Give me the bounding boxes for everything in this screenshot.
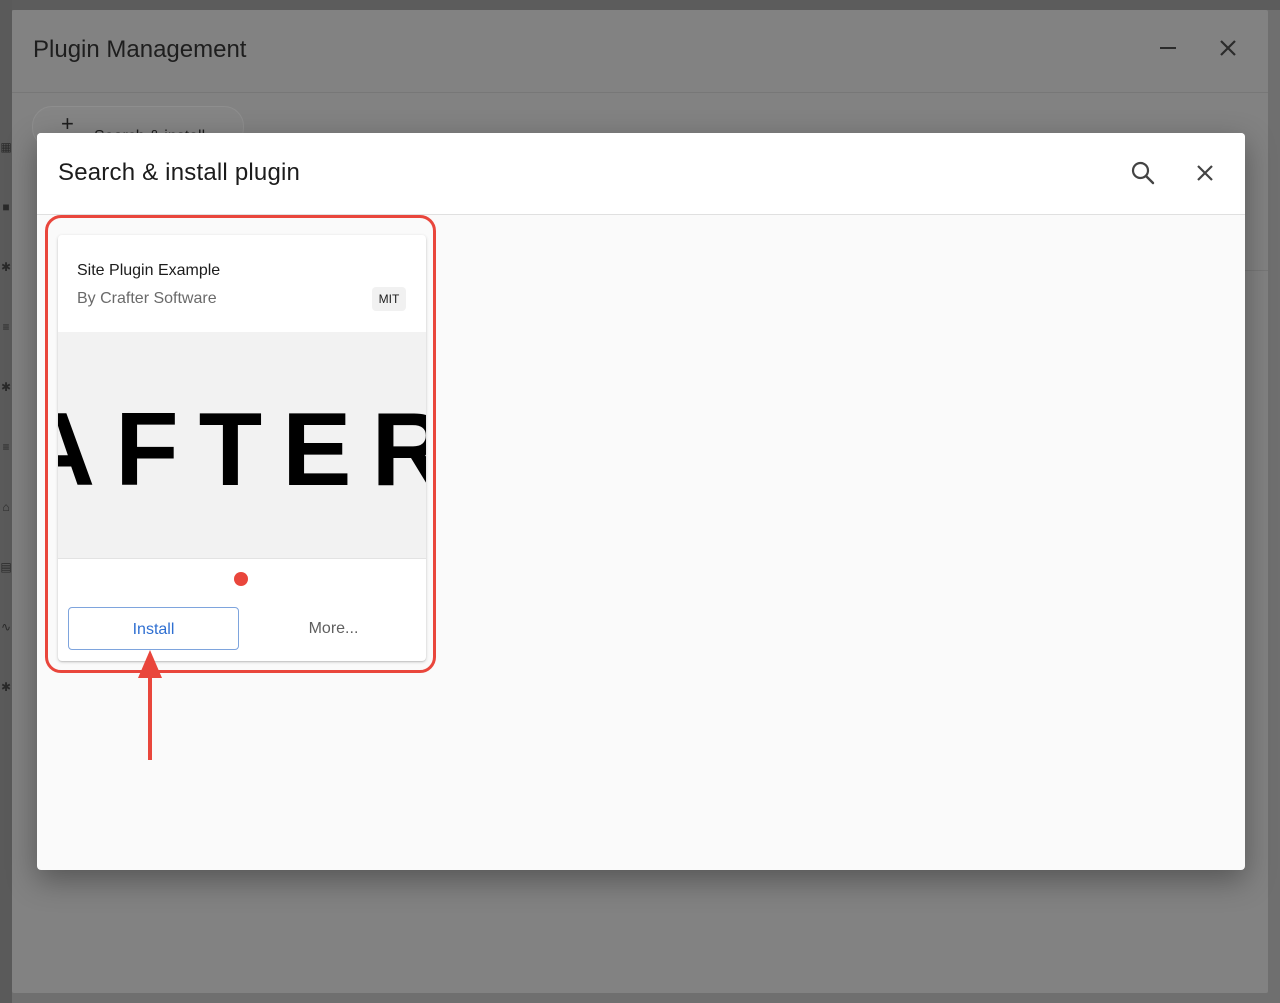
gear-icon[interactable]: ✱ (0, 260, 12, 274)
search-install-plugin-dialog: Search & install plugin Site Plugin Exam… (37, 133, 1245, 870)
plugin-icon[interactable]: ✱ (0, 680, 12, 694)
menu-icon[interactable]: ≡ (0, 440, 12, 454)
dialog-title: Search & install plugin (58, 159, 301, 186)
plugin-management-header: Plugin Management (12, 10, 1268, 93)
plugin-management-title: Plugin Management (33, 36, 247, 63)
dashboard-icon[interactable]: ▦ (0, 140, 12, 154)
chart-icon[interactable]: ∿ (0, 620, 12, 634)
app-top-bar (0, 0, 1280, 10)
plugin-image-text: AFTER (58, 392, 426, 508)
settings-icon[interactable]: ✱ (0, 380, 12, 394)
more-button[interactable]: More... (248, 607, 419, 650)
close-icon[interactable] (1191, 159, 1219, 187)
minimize-icon[interactable] (1156, 36, 1180, 60)
search-icon[interactable] (1129, 159, 1157, 187)
plugin-image: AFTER (58, 332, 426, 559)
list-icon[interactable]: ≡ (0, 320, 12, 334)
left-sidebar: ▦ ■ ✱ ≡ ✱ ≡ ⌂ ▤ ∿ ✱ (0, 0, 12, 1003)
lock-icon[interactable]: ■ (0, 200, 12, 214)
plugin-name: Site Plugin Example (77, 262, 221, 279)
carousel-dot[interactable] (234, 572, 248, 586)
database-icon[interactable]: ▤ (0, 560, 12, 574)
close-icon[interactable] (1216, 36, 1240, 60)
plugin-author: By Crafter Software (77, 290, 217, 307)
license-badge: MIT (372, 287, 406, 311)
plugin-card: Site Plugin Example By Crafter Software … (58, 235, 426, 661)
install-button[interactable]: Install (68, 607, 239, 650)
home-icon[interactable]: ⌂ (0, 500, 12, 514)
dialog-header: Search & install plugin (37, 133, 1245, 215)
